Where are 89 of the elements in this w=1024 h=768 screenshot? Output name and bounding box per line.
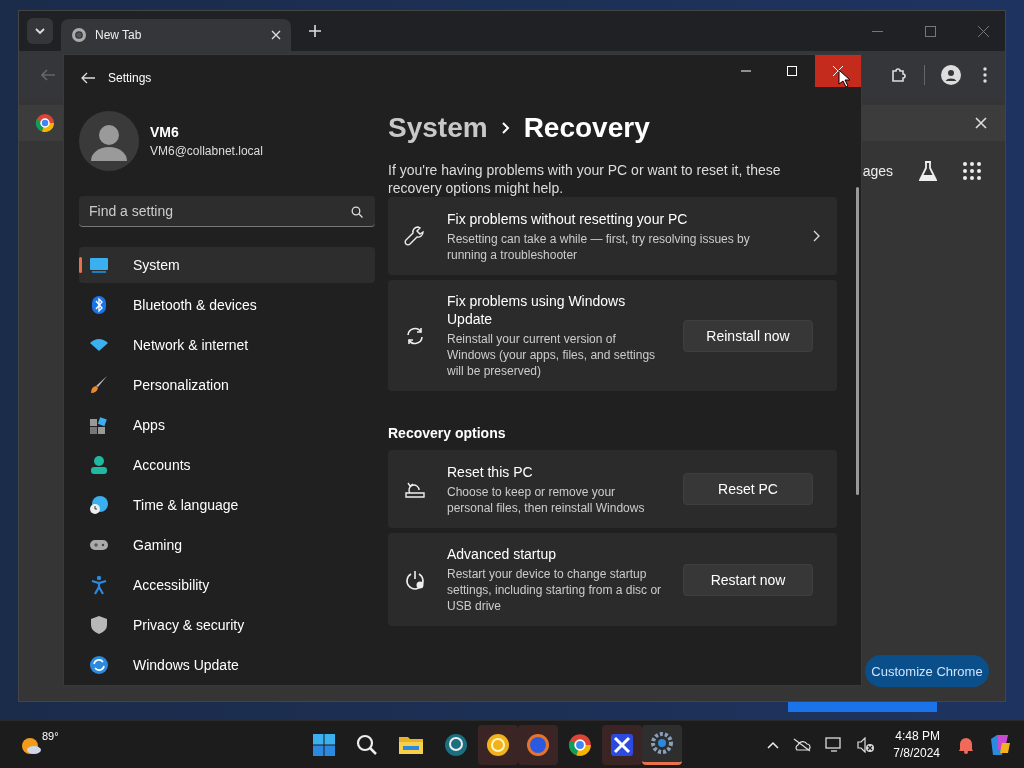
nav-item[interactable]: Time & language [79,487,375,523]
card-title: Fix problems using Windows Update [447,292,627,328]
caret-icon[interactable] [767,740,780,749]
nav-item[interactable]: Bluetooth & devices [79,287,375,323]
window-title: Settings [108,71,152,85]
update-icon [89,655,109,675]
search-icon[interactable] [356,733,378,756]
app-button[interactable] [518,724,558,765]
nav-item[interactable]: Apps [79,407,375,443]
user-name: VM6 [150,124,180,140]
images-link[interactable]: ages [862,163,893,179]
muted-speaker-icon[interactable] [857,736,876,753]
description: If you're having problems with your PC or want to reset it, these recovery options might help. [388,161,782,197]
apps-grid-icon[interactable] [963,162,981,180]
app-icon [610,732,634,757]
chrome-logo-icon [71,27,87,43]
clock-time[interactable]: 4:48 PM [895,729,940,743]
card-description: Restart your device to change startup settings, including starting from a disc or USB drive [447,566,662,614]
action-button[interactable]: Restart now [683,563,813,596]
tab-title: New Tab [95,28,143,42]
card-title: Fix problems without resetting your PC [447,209,689,228]
user-email: VM6@collabnet.local [150,144,263,158]
chrome-logo-icon [35,113,55,133]
nav-item[interactable]: System [79,247,375,283]
clock-date[interactable]: 7/8/2024 [893,746,940,760]
search-icon [351,206,363,218]
close-button[interactable] [815,55,861,87]
app-icon [526,732,550,757]
action-button[interactable]: Reset PC [683,473,813,505]
nav-item[interactable]: Accounts [79,447,375,483]
settings-app-button[interactable] [642,724,682,765]
copilot-icon[interactable] [988,732,1012,757]
scrollbar[interactable] [856,187,859,495]
close-icon[interactable] [978,25,989,37]
nav-item[interactable]: Network & internet [79,327,375,363]
setting-card[interactable]: Fix problems without resetting your PC Resetting can take a while — first, try resolving issues by running a troubleshooter [388,197,837,275]
close-icon [833,66,843,76]
nav-item[interactable]: Accessibility [79,567,375,603]
bell-icon[interactable] [958,735,974,754]
maximize-icon[interactable] [925,25,936,37]
app-button[interactable] [602,724,642,765]
section-heading: Recovery options [388,425,507,441]
app-button[interactable] [478,724,518,765]
bluetooth-icon [89,295,109,315]
tab-search-button[interactable] [27,18,53,44]
accounts-icon [89,455,109,475]
new-tab-icon[interactable] [309,25,321,37]
card-title: Advanced startup [447,545,557,563]
page-title: Recovery [523,112,650,144]
chrome-logo-icon[interactable] [568,732,592,757]
app-icon [486,732,510,757]
shield-icon [89,615,109,635]
brush-icon [89,375,109,395]
breadcrumb-parent[interactable]: System [388,112,488,144]
card-title: Reset this PC [447,462,534,481]
access-icon [89,575,109,595]
close-tab-icon[interactable] [271,30,281,40]
chevron-icon [813,230,821,242]
browser-tab[interactable]: New Tab [61,19,291,51]
search-field[interactable]: Find a setting [79,196,375,227]
card-description: Resetting can take a while — first, try resolving issues by running a troubleshooter [447,230,751,263]
chevron-icon [501,122,510,134]
apps-icon [89,415,109,435]
gear-icon [650,731,674,755]
wrench-icon [404,225,426,247]
start-icon[interactable] [312,732,336,757]
card-description: Reinstall your current version of Windows (your apps, files, and settings will be preserved) [447,331,657,379]
action-button[interactable]: Reinstall now [683,319,813,352]
menu-icon[interactable] [983,67,987,83]
cloud-off-icon[interactable] [793,737,812,752]
nav-item[interactable]: Personalization [79,367,375,403]
nav-item[interactable]: Privacy & security [79,607,375,643]
nav-item[interactable]: Gaming [79,527,375,563]
maximize-icon [787,66,797,76]
nav-item[interactable]: Windows Update [79,647,375,683]
system-icon [89,255,109,275]
profile-icon[interactable] [941,65,961,85]
app-icon[interactable] [444,732,468,757]
power-icon [404,568,426,591]
avatar [79,111,139,171]
caret-icon [34,27,46,35]
time-icon [89,495,109,515]
customize-chrome-button[interactable]: Customize Chrome [865,655,989,687]
network-icon[interactable] [825,736,844,753]
card-description: Choose to keep or remove your personal files, then reinstall Windows [447,483,646,516]
temperature: 89° [42,729,59,742]
cursor-icon [838,69,850,87]
puzzle-icon[interactable] [890,66,908,84]
flask-icon[interactable] [919,161,937,181]
